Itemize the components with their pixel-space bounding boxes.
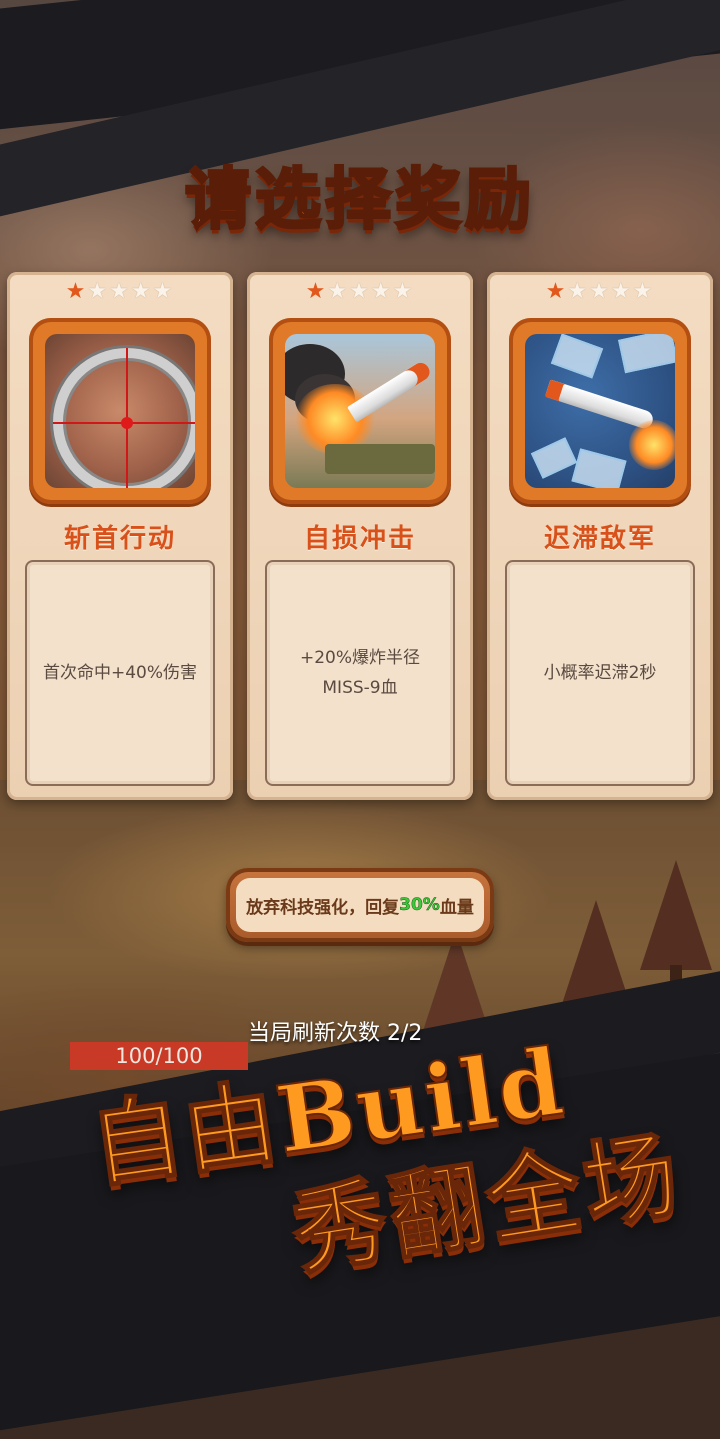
card-description: 小概率迟滞2秒: [543, 663, 657, 683]
card-description-box: +20%爆炸半径 MISS-9血: [265, 560, 455, 786]
give-up-tech-button[interactable]: 放弃科技强化，回复 30% 血量: [226, 868, 494, 942]
star-empty-icon: ★: [632, 279, 655, 304]
card-art-frame: [29, 318, 211, 504]
page-title: 请选择奖励: [184, 160, 535, 240]
star-empty-icon: ★: [589, 279, 611, 304]
card-name: 迟滞敌军: [543, 524, 656, 554]
star-filled-icon: ★: [65, 279, 88, 304]
star-rating: ★★★★★: [487, 279, 713, 304]
star-empty-icon: ★: [567, 279, 590, 304]
star-empty-icon: ★: [327, 279, 350, 304]
card-name: 斩首行动: [63, 524, 176, 554]
reward-card-self-damage-impact[interactable]: ★★★★★ 自损冲击 +20%爆炸半径 MISS-9血: [247, 272, 473, 800]
card-art-frame: [509, 318, 691, 504]
card-description-line: +20%爆炸半径: [299, 648, 421, 668]
star-empty-icon: ★: [392, 279, 415, 304]
card-name: 自损冲击: [303, 524, 416, 554]
card-description: +20%爆炸半径 MISS-9血: [288, 643, 432, 703]
sniper-scope-icon: [45, 334, 195, 488]
star-empty-icon: ★: [370, 279, 393, 304]
star-empty-icon: ★: [349, 279, 371, 304]
heal-percent: 30%: [399, 895, 440, 916]
star-filled-icon: ★: [545, 279, 568, 304]
missile-explosion-icon: [285, 334, 435, 488]
card-description-box: 小概率迟滞2秒: [505, 560, 695, 786]
star-empty-icon: ★: [610, 279, 633, 304]
reward-card-slow-enemy[interactable]: ★★★★★ 迟滞敌军 小概率迟滞2秒: [487, 272, 713, 800]
reward-card-decapitation[interactable]: ★★★★★ 斩首行动 首次命中+40%伤害: [7, 272, 233, 800]
star-rating: ★★★★★: [247, 279, 473, 304]
star-filled-icon: ★: [305, 279, 328, 304]
card-description-line: MISS-9血: [322, 678, 398, 698]
give-up-label-prefix: 放弃科技强化，回复: [246, 897, 400, 918]
star-empty-icon: ★: [109, 279, 131, 304]
ice-missile-icon: [525, 334, 675, 488]
star-empty-icon: ★: [152, 279, 175, 304]
star-empty-icon: ★: [130, 279, 153, 304]
card-description: 首次命中+40%伤害: [42, 663, 198, 683]
give-up-label-suffix: 血量: [439, 897, 474, 918]
give-up-tech-label: 放弃科技强化，回复 30% 血量: [236, 878, 484, 932]
card-description-box: 首次命中+40%伤害: [25, 560, 215, 786]
star-empty-icon: ★: [87, 279, 110, 304]
star-rating: ★★★★★: [7, 279, 233, 304]
card-art-frame: [269, 318, 451, 504]
